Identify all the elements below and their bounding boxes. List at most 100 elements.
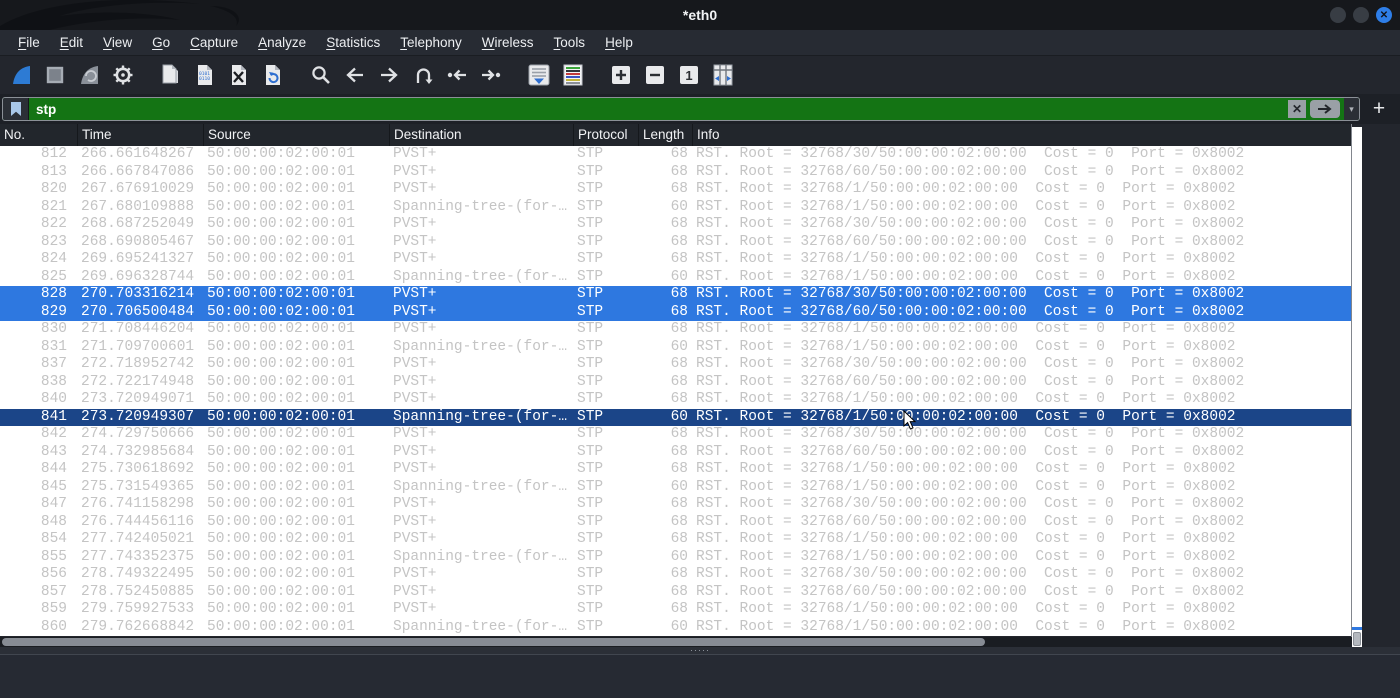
cell-len: 60 [670, 618, 688, 635]
clear-filter-button[interactable]: ✕ [1288, 100, 1306, 118]
packet-row-842[interactable]: 842 274.729750666 50:00:00:02:00:01 PVST+ ST… [0, 426, 1352, 444]
start-capture-button[interactable] [6, 60, 36, 90]
reload-file-button[interactable] [258, 60, 288, 90]
packet-row-824[interactable]: 824 269.695241327 50:00:00:02:00:01 PVST+ ST… [0, 251, 1352, 269]
menu-go[interactable]: Go [142, 30, 180, 56]
column-header-destination[interactable]: Destination [389, 124, 573, 146]
menu-statistics[interactable]: Statistics [316, 30, 390, 56]
menu-view[interactable]: View [93, 30, 142, 56]
packet-row-855[interactable]: 855 277.743352375 50:00:00:02:00:01 Spannin… [0, 549, 1352, 567]
cell-dst: PVST+ [393, 251, 437, 267]
cell-time: 277.742405021 [81, 531, 195, 547]
cell-time: 272.722174948 [81, 373, 195, 390]
close-button[interactable]: ✕ [1376, 7, 1392, 23]
zoom-out-button[interactable] [640, 60, 670, 90]
menu-analyze[interactable]: Analyze [248, 30, 316, 56]
packet-row-813[interactable]: 813 266.667847086 50:00:00:02:00:01 PVST+ ST… [0, 164, 1352, 182]
cell-len: 68 [670, 426, 688, 442]
cell-len: 68 [670, 163, 688, 180]
cell-time: 275.731549365 [81, 478, 195, 495]
menu-help[interactable]: Help [595, 30, 643, 56]
filter-dropdown-button[interactable]: ▾ [1344, 98, 1359, 120]
column-header-source[interactable]: Source [203, 124, 389, 146]
cell-info: RST. Root = 32768/1/50:00:00:02:00:00 Co… [696, 531, 1236, 547]
cell-no: 845 [40, 478, 67, 495]
go-to-packet-button[interactable] [408, 60, 438, 90]
restart-capture-button[interactable] [74, 60, 104, 90]
cell-dst: PVST+ [393, 181, 437, 197]
display-filter-input[interactable]: stp [29, 98, 1288, 120]
packet-row-823[interactable]: 823 268.690805467 50:00:00:02:00:01 PVST+ ST… [0, 234, 1352, 252]
go-back-button[interactable] [340, 60, 370, 90]
packet-row-837[interactable]: 837 272.718952742 50:00:00:02:00:01 PVST+ ST… [0, 356, 1352, 374]
horizontal-scrollbar-thumb[interactable] [2, 638, 985, 646]
open-file-button[interactable] [156, 60, 186, 90]
pane-splitter[interactable]: ····· [0, 646, 1400, 655]
packet-row-847[interactable]: 847 276.741158298 50:00:00:02:00:01 PVST+ ST… [0, 496, 1352, 514]
cell-proto: STP [577, 338, 604, 355]
close-file-button[interactable] [224, 60, 254, 90]
menu-telephony[interactable]: Telephony [390, 30, 472, 56]
cell-no: 848 [40, 513, 67, 530]
column-header-length[interactable]: Length [638, 124, 692, 146]
menu-tools[interactable]: Tools [544, 30, 596, 56]
column-header-info[interactable]: Info [692, 124, 1352, 146]
display-filter-field: stp ✕ ▾ [2, 97, 1360, 121]
packet-row-840[interactable]: 840 273.720949071 50:00:00:02:00:01 PVST+ ST… [0, 391, 1352, 409]
column-header-time[interactable]: Time [77, 124, 203, 146]
vertical-scrollbar[interactable] [1352, 127, 1362, 647]
packet-row-860[interactable]: 860 279.762668842 50:00:00:02:00:01 Spannin… [0, 619, 1352, 637]
packet-row-825[interactable]: 825 269.696328744 50:00:00:02:00:01 Spannin… [0, 269, 1352, 287]
apply-filter-button[interactable] [1310, 100, 1340, 118]
horizontal-scrollbar[interactable] [0, 637, 1352, 647]
packet-row-830[interactable]: 830 271.708446204 50:00:00:02:00:01 PVST+ ST… [0, 321, 1352, 339]
packet-row-822[interactable]: 822 268.687252049 50:00:00:02:00:01 PVST+ ST… [0, 216, 1352, 234]
cell-time: 266.661648267 [81, 146, 195, 162]
menu-edit[interactable]: Edit [50, 30, 93, 56]
menu-wireless[interactable]: Wireless [472, 30, 544, 56]
packet-row-829[interactable]: 829 270.706500484 50:00:00:02:00:01 PVST+ ST… [0, 303, 1352, 321]
cell-src: 50:00:00:02:00:01 [207, 426, 355, 442]
packet-row-838[interactable]: 838 272.722174948 50:00:00:02:00:01 PVST+ ST… [0, 374, 1352, 392]
cell-src: 50:00:00:02:00:01 [207, 601, 355, 617]
menu-file[interactable]: File [8, 30, 50, 56]
go-last-button[interactable] [476, 60, 506, 90]
packet-row-828[interactable]: 828 270.703316214 50:00:00:02:00:01 PVST+ ST… [0, 286, 1352, 304]
column-header-protocol[interactable]: Protocol [573, 124, 638, 146]
packet-row-843[interactable]: 843 274.732985684 50:00:00:02:00:01 PVST+ ST… [0, 444, 1352, 462]
packet-row-845[interactable]: 845 275.731549365 50:00:00:02:00:01 Spannin… [0, 479, 1352, 497]
packet-row-854[interactable]: 854 277.742405021 50:00:00:02:00:01 PVST+ ST… [0, 531, 1352, 549]
zoom-in-button[interactable] [606, 60, 636, 90]
zoom-normal-button[interactable]: 1 [674, 60, 704, 90]
packet-row-821[interactable]: 821 267.680109888 50:00:00:02:00:01 Spannin… [0, 199, 1352, 217]
maximize-button[interactable] [1353, 7, 1369, 23]
go-forward-button[interactable] [374, 60, 404, 90]
auto-scroll-button[interactable] [524, 60, 554, 90]
packet-row-848[interactable]: 848 276.744456116 50:00:00:02:00:01 PVST+ ST… [0, 514, 1352, 532]
cell-no: 843 [40, 443, 67, 460]
filter-bookmark-button[interactable] [3, 98, 29, 120]
packet-row-857[interactable]: 857 278.752450885 50:00:00:02:00:01 PVST+ ST… [0, 584, 1352, 602]
save-file-button[interactable]: 0101 0110 [190, 60, 220, 90]
add-filter-button[interactable]: + [1366, 96, 1392, 122]
capture-options-button[interactable] [108, 60, 138, 90]
packet-row-812[interactable]: 812 266.661648267 50:00:00:02:00:01 PVST+ ST… [0, 146, 1352, 164]
stop-capture-button[interactable] [40, 60, 70, 90]
packet-row-856[interactable]: 856 278.749322495 50:00:00:02:00:01 PVST+ ST… [0, 566, 1352, 584]
column-header-no[interactable]: No. [0, 124, 77, 146]
colorize-button[interactable] [558, 60, 588, 90]
packet-row-841[interactable]: 841 273.720949307 50:00:00:02:00:01 Spannin… [0, 408, 1352, 426]
find-packet-button[interactable] [306, 60, 336, 90]
scrollbar-selection-marker [1352, 627, 1362, 630]
minimize-button[interactable] [1330, 7, 1346, 23]
resize-columns-button[interactable] [708, 60, 738, 90]
menu-capture[interactable]: Capture [180, 30, 248, 56]
cell-len: 68 [670, 181, 688, 197]
packet-row-859[interactable]: 859 279.759927533 50:00:00:02:00:01 PVST+ ST… [0, 601, 1352, 619]
packet-row-820[interactable]: 820 267.676910029 50:00:00:02:00:01 PVST+ ST… [0, 181, 1352, 199]
go-first-button[interactable] [442, 60, 472, 90]
cell-proto: STP [577, 268, 604, 285]
packet-row-844[interactable]: 844 275.730618692 50:00:00:02:00:01 PVST+ ST… [0, 461, 1352, 479]
packet-row-831[interactable]: 831 271.709700601 50:00:00:02:00:01 Spannin… [0, 339, 1352, 357]
vertical-scrollbar-thumb[interactable] [1353, 632, 1361, 646]
